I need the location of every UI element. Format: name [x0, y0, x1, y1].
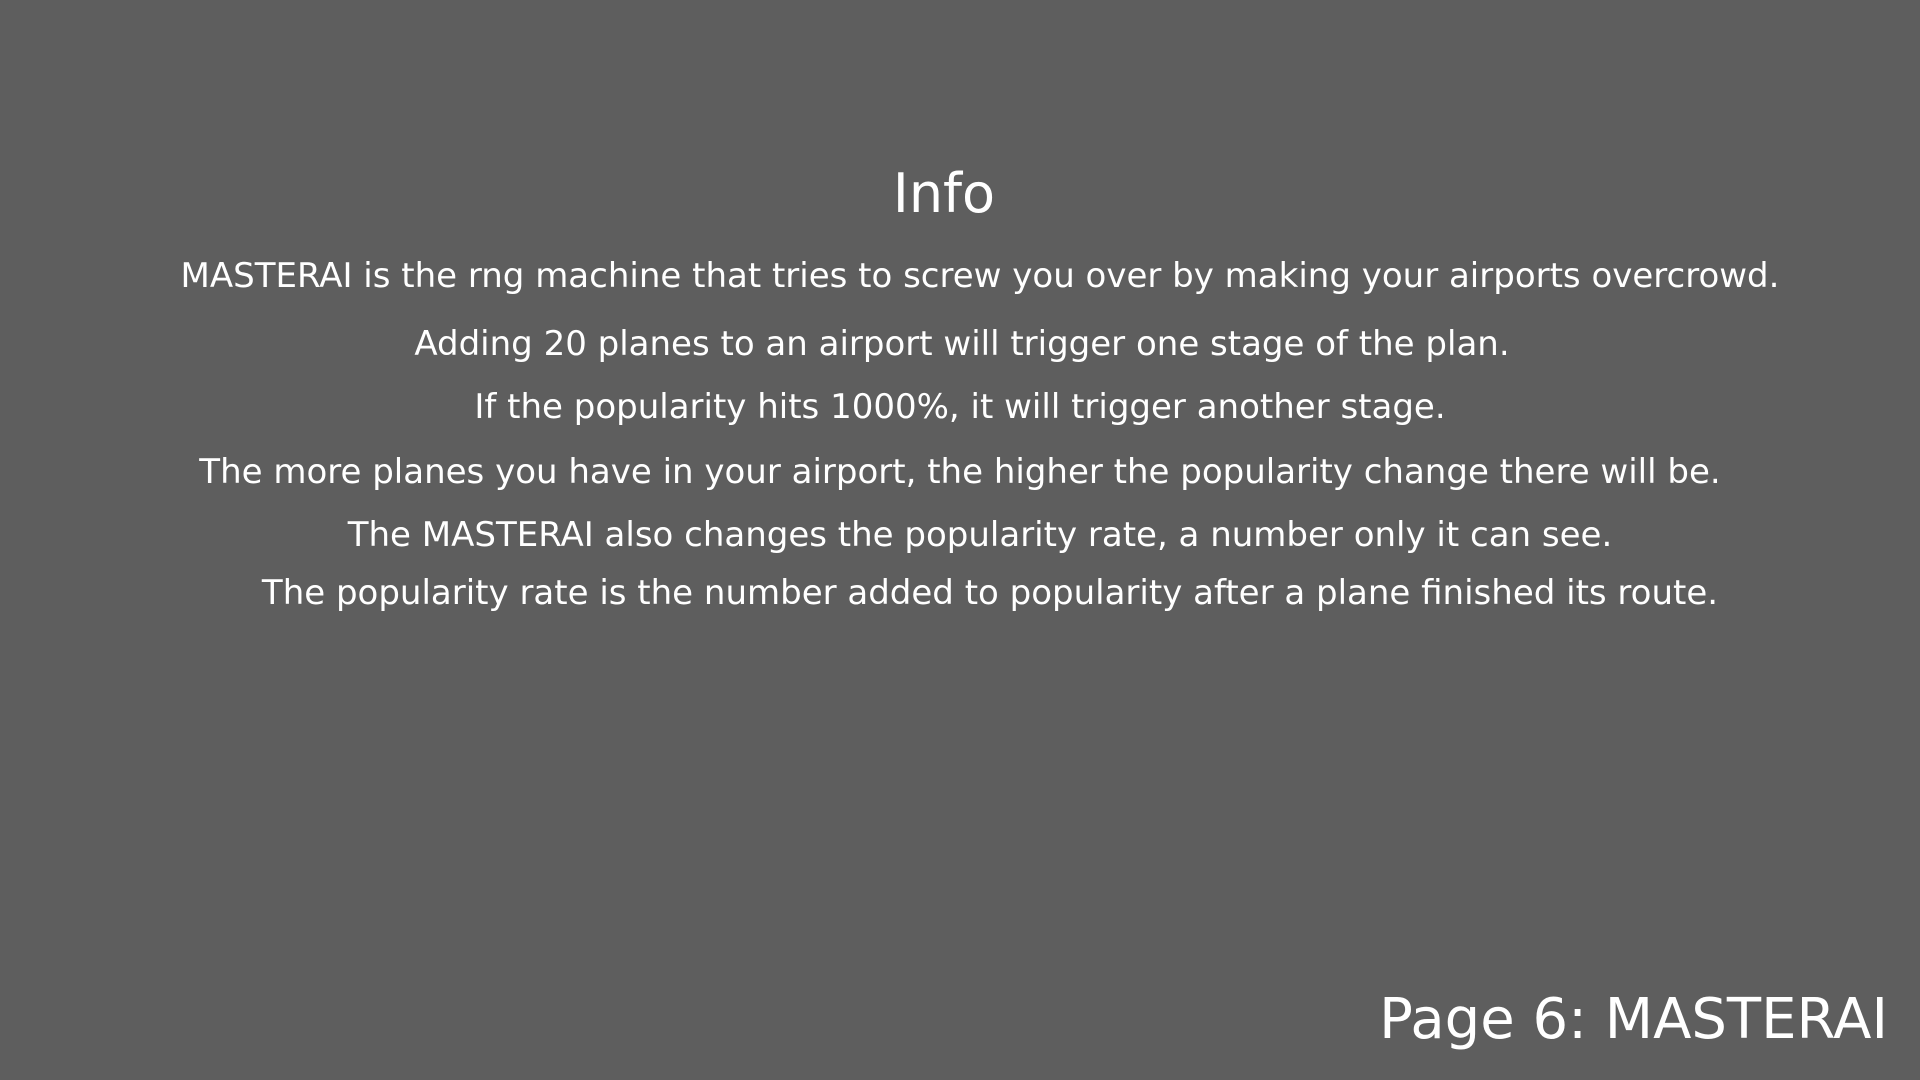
info-text-line-3: If the popularity hits 1000%, it will tr… — [474, 387, 1446, 427]
page-indicator: Page 6: MASTERAI — [1379, 987, 1888, 1052]
info-text-line-5: The MASTERAI also changes the popularity… — [347, 515, 1613, 555]
info-text-line-1: MASTERAI is the rng machine that tries t… — [180, 256, 1780, 296]
info-screen: Info MASTERAI is the rng machine that tr… — [0, 0, 1920, 1080]
info-text-line-4: The more planes you have in your airport… — [199, 452, 1721, 492]
info-text-line-6: The popularity rate is the number added … — [261, 573, 1719, 613]
page-title: Info — [892, 162, 996, 225]
info-text-line-2: Adding 20 planes to an airport will trig… — [414, 324, 1510, 364]
